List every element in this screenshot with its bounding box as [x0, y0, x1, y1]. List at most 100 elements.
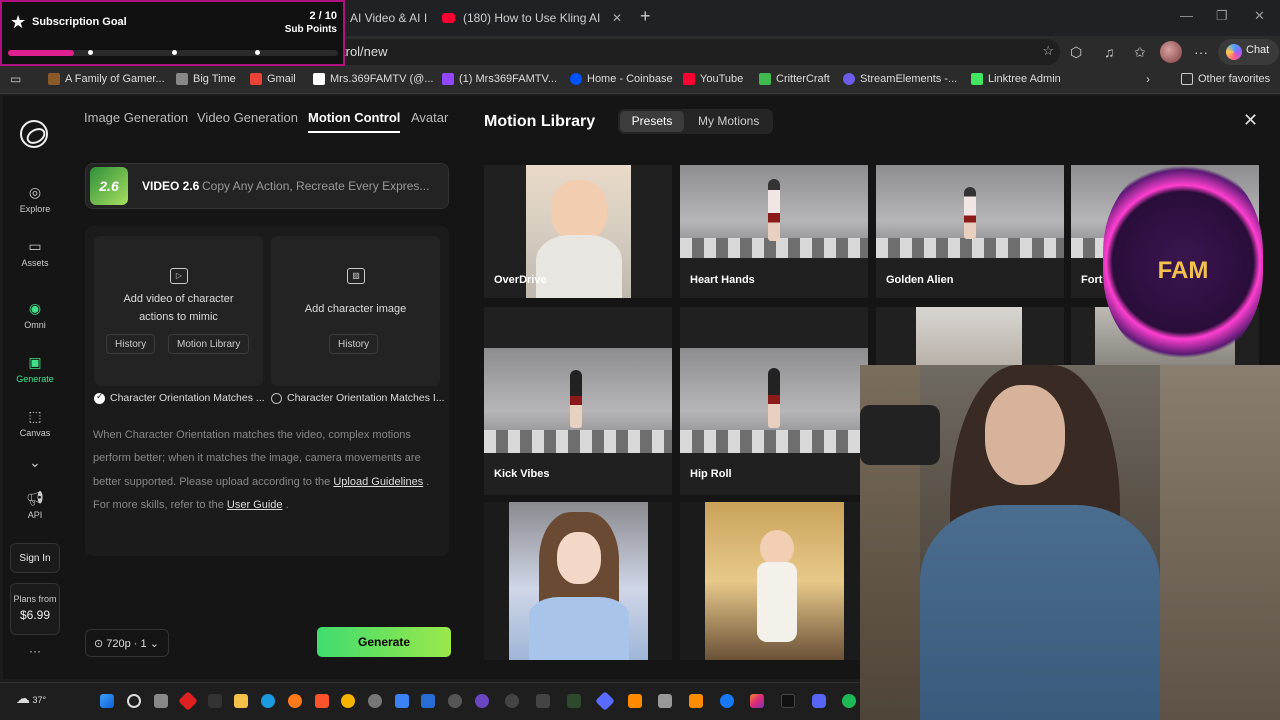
maximize-icon[interactable]: ❐ [1216, 8, 1228, 24]
favorites-icon[interactable]: ✩ [1134, 44, 1146, 61]
nav-api[interactable]: 📢︎ API [3, 490, 67, 520]
bookmark-twitch[interactable]: (1) Mrs369FAMTV... [442, 73, 557, 85]
bookmark-streamelements[interactable]: StreamElements -... [843, 73, 957, 85]
minimize-icon[interactable]: — [1180, 8, 1193, 23]
address-bar[interactable]: trol/new ☆ [330, 39, 1060, 65]
bookmark-linktree[interactable]: Linktree Admin [971, 73, 1061, 85]
tab-presets[interactable]: Presets [620, 111, 684, 132]
tab-motion-control[interactable]: Motion Control [308, 110, 401, 133]
browser-tab-youtube[interactable]: (180) How to Use Kling AI (Tutoria ✕ [432, 4, 632, 32]
motion-card-overdrive[interactable]: OverDrive [484, 165, 672, 298]
window-close-icon[interactable]: ✕ [1254, 8, 1265, 24]
extensions-icon[interactable]: ⬡ [1070, 44, 1082, 61]
spotify-icon[interactable] [842, 694, 856, 708]
file-explorer-icon[interactable] [234, 694, 248, 708]
motion-card-golden-alien[interactable]: Golden Alien [876, 165, 1064, 298]
tab-video-generation[interactable]: Video Generation [197, 110, 298, 125]
user-guide-link[interactable]: User Guide [227, 499, 283, 511]
close-icon[interactable]: ✕ [612, 11, 622, 25]
tab-avatar[interactable]: Avatar [411, 110, 448, 125]
nav-label: Omni [24, 320, 46, 330]
motion-card-partial[interactable] [876, 307, 1064, 365]
resolution-selector[interactable]: ⊙ 720p · 1 ⌄ [85, 629, 169, 657]
vlc-icon[interactable] [689, 694, 703, 708]
bookmark-coinbase[interactable]: Home - Coinbase [570, 73, 673, 85]
more-options-icon[interactable]: ··· [3, 644, 67, 658]
nav-assets[interactable]: ▭ Assets [3, 238, 67, 268]
sign-in-button[interactable]: Sign In [10, 543, 60, 573]
app-icon[interactable] [395, 694, 409, 708]
app-icon[interactable] [421, 694, 435, 708]
orientation-image-option[interactable]: Character Orientation Matches I... [271, 392, 445, 404]
nav-expand[interactable]: ⌄ [3, 454, 67, 474]
bookmark-crittercraft[interactable]: CritterCraft [759, 73, 830, 85]
video-history-button[interactable]: History [106, 334, 156, 354]
search-icon[interactable] [127, 694, 141, 708]
browser-tab-kling[interactable]: AI Video & AI I ✕ [340, 4, 430, 32]
nav-canvas[interactable]: ⬚ Canvas [3, 408, 67, 438]
nav-omni[interactable]: ◉ Omni [3, 300, 67, 330]
orientation-video-option[interactable]: Character Orientation Matches ... [94, 391, 265, 404]
canvas-icon: ⬚ [28, 408, 42, 424]
bookmark-youtube[interactable]: YouTube [683, 73, 743, 85]
bookmark-family-of-gamers[interactable]: A Family of Gamer... [48, 73, 165, 85]
nav-explore[interactable]: ◎ Explore [3, 184, 67, 214]
temperature: 37° [32, 695, 47, 705]
model-selector[interactable]: 2.6 VIDEO 2.6 Copy Any Action, Recreate … [85, 163, 449, 209]
firefox-icon[interactable] [288, 694, 302, 708]
discord-icon[interactable] [812, 694, 826, 708]
motion-card-hip-roll[interactable]: Hip Roll [680, 307, 868, 495]
bookmark-other-favorites[interactable]: Other favorites [1181, 73, 1270, 85]
tiktok-icon[interactable] [781, 694, 795, 708]
motion-card-heart-hands[interactable]: Heart Hands [680, 165, 868, 298]
kling-logo[interactable] [20, 120, 48, 148]
bookmark-gmail[interactable]: Gmail [250, 73, 296, 85]
tab-my-motions[interactable]: My Motions [698, 114, 759, 128]
generate-button[interactable]: Generate [317, 627, 451, 657]
favorite-star-icon[interactable]: ☆ [1042, 43, 1054, 59]
instagram-icon[interactable] [750, 694, 764, 708]
reading-list-icon[interactable]: ▭ [10, 72, 21, 86]
motion-card-row3-2[interactable] [680, 502, 868, 660]
edge-icon[interactable] [261, 694, 275, 708]
streamelements-icon [843, 73, 855, 85]
app-icon[interactable] [658, 694, 672, 708]
upload-image-card[interactable]: ▨ Add character image History [271, 236, 440, 386]
plans-button[interactable]: Plans from $6.99 [10, 583, 60, 635]
motion-card-kick-vibes[interactable]: Kick Vibes [484, 307, 672, 495]
obs-icon[interactable] [448, 694, 462, 708]
windows-start-icon[interactable] [100, 694, 114, 708]
facebook-icon[interactable] [720, 694, 734, 708]
app-icon[interactable] [628, 694, 642, 708]
bookmark-x[interactable]: Mrs.369FAMTV (@... [313, 73, 433, 85]
copilot-chat-button[interactable]: Chat [1218, 39, 1280, 65]
motion-library-button[interactable]: Motion Library [168, 334, 250, 354]
app-icon[interactable] [567, 694, 581, 708]
chevron-right-icon[interactable]: › [1146, 72, 1150, 86]
app-icon[interactable] [208, 694, 222, 708]
motion-label: Golden Alien [886, 274, 954, 286]
motion-thumbnail [680, 165, 868, 258]
motion-card-row3-1[interactable] [484, 502, 672, 660]
brave-icon[interactable] [315, 694, 329, 708]
bookmark-big-time[interactable]: Big Time [176, 73, 236, 85]
nav-generate[interactable]: ▣ Generate [3, 354, 67, 384]
image-history-button[interactable]: History [329, 334, 379, 354]
profile-avatar[interactable] [1160, 41, 1182, 63]
app-icon[interactable] [536, 694, 550, 708]
upload-video-card[interactable]: ▷ Add video of character actions to mimi… [94, 236, 263, 386]
goal-marker [255, 50, 260, 55]
tab-image-generation[interactable]: Image Generation [84, 110, 188, 125]
upload-guidelines-link[interactable]: Upload Guidelines [333, 476, 423, 488]
app-icon[interactable] [505, 694, 519, 708]
url-text: trol/new [342, 44, 388, 59]
close-icon[interactable]: ✕ [1243, 110, 1258, 131]
chrome-icon[interactable] [341, 694, 355, 708]
new-tab-icon[interactable]: + [640, 6, 651, 27]
more-icon[interactable]: ··· [1194, 44, 1208, 60]
media-icon[interactable]: ♫ [1104, 44, 1115, 60]
weather-widget[interactable]: ☁ 37° [16, 690, 46, 707]
app-icon[interactable] [475, 694, 489, 708]
app-icon[interactable] [368, 694, 382, 708]
task-view-icon[interactable] [154, 694, 168, 708]
